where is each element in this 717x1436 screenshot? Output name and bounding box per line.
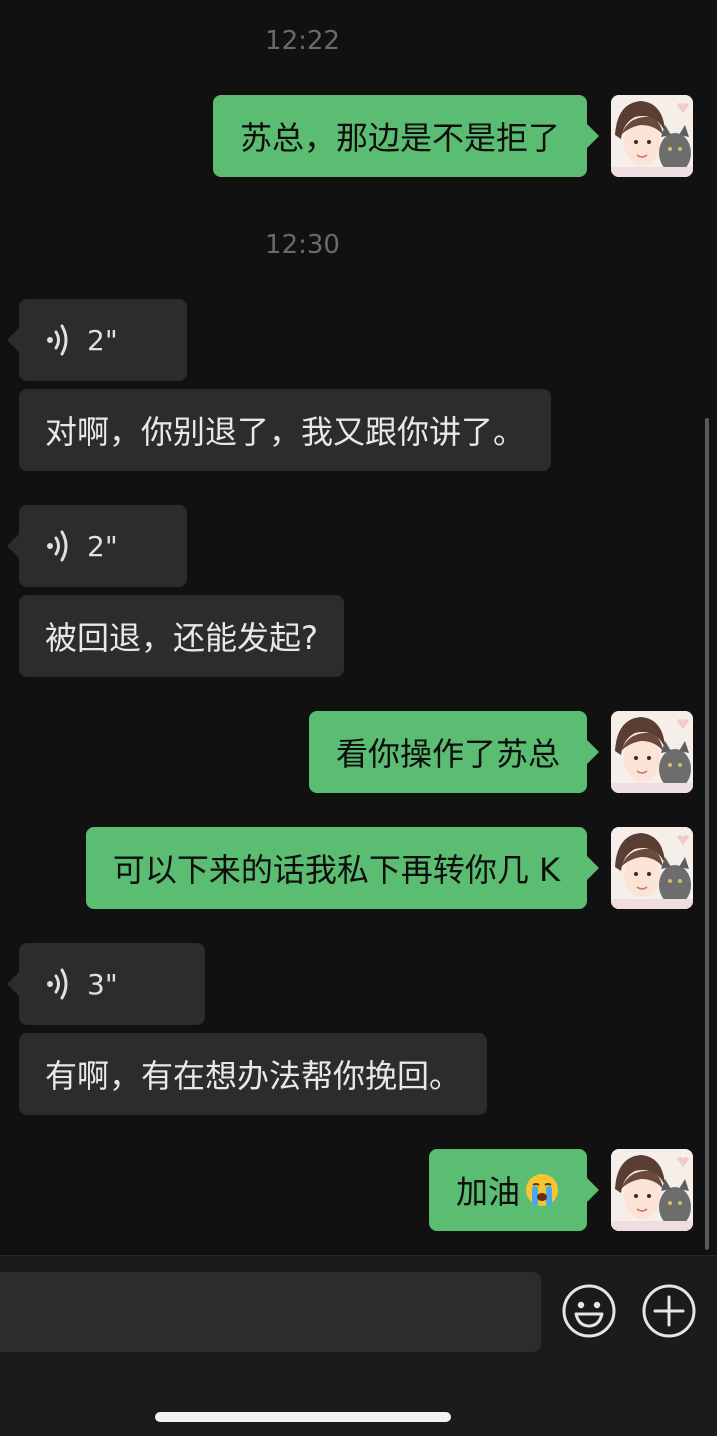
input-bar bbox=[0, 1255, 717, 1436]
message-text: 可以下来的话我私下再转你几 K bbox=[112, 851, 560, 889]
voice-message[interactable]: 2" bbox=[7, 505, 187, 587]
scrollbar[interactable] bbox=[705, 418, 709, 1250]
home-indicator[interactable] bbox=[155, 1412, 451, 1422]
voice-message[interactable]: 3" bbox=[7, 943, 205, 1025]
message-text: 苏总，那边是不是拒了 bbox=[239, 119, 560, 157]
avatar-illustration bbox=[611, 95, 693, 177]
message-text: 加油 bbox=[455, 1173, 520, 1211]
message-input[interactable] bbox=[0, 1272, 541, 1352]
voice-wave-icon bbox=[47, 968, 68, 1000]
voice-duration: 2" bbox=[87, 323, 118, 357]
avatar-illustration bbox=[611, 1149, 693, 1231]
voice-duration: 3" bbox=[87, 967, 118, 1001]
outgoing-message[interactable]: 加油 bbox=[428, 1149, 600, 1231]
my-avatar[interactable] bbox=[611, 95, 693, 177]
message-text: 看你操作了苏总 bbox=[335, 735, 560, 773]
my-avatar[interactable] bbox=[611, 711, 693, 793]
incoming-message[interactable]: 有啊，有在想办法帮你挽回。 bbox=[19, 1033, 488, 1115]
voice-message[interactable]: 2" bbox=[7, 299, 187, 381]
avatar-illustration bbox=[611, 827, 693, 909]
timestamp: 12:30 bbox=[265, 230, 340, 260]
my-avatar[interactable] bbox=[611, 1149, 693, 1231]
outgoing-message[interactable]: 苏总，那边是不是拒了 bbox=[212, 95, 600, 177]
my-avatar[interactable] bbox=[611, 827, 693, 909]
message-text: 有啊，有在想办法帮你挽回。 bbox=[45, 1057, 462, 1095]
avatar-illustration bbox=[611, 711, 693, 793]
voice-wave-icon bbox=[47, 324, 68, 356]
chat-area: 12:22 苏总，那边是不是拒了 12:30 2" 对啊，你别退了，我又跟你讲了… bbox=[0, 0, 717, 1255]
plus-circle-icon[interactable] bbox=[641, 1283, 697, 1339]
incoming-message[interactable]: 对啊，你别退了，我又跟你讲了。 bbox=[19, 389, 552, 471]
outgoing-message[interactable]: 看你操作了苏总 bbox=[308, 711, 600, 793]
voice-wave-icon bbox=[47, 530, 68, 562]
outgoing-message[interactable]: 可以下来的话我私下再转你几 K bbox=[85, 827, 600, 909]
message-text: 被回退，还能发起? bbox=[45, 619, 318, 657]
incoming-message[interactable]: 被回退，还能发起? bbox=[19, 595, 344, 677]
smiley-icon[interactable] bbox=[561, 1283, 617, 1339]
loudly-crying-face-icon bbox=[526, 1174, 558, 1206]
voice-duration: 2" bbox=[87, 529, 118, 563]
message-text: 对啊，你别退了，我又跟你讲了。 bbox=[45, 413, 526, 451]
timestamp: 12:22 bbox=[265, 26, 340, 56]
